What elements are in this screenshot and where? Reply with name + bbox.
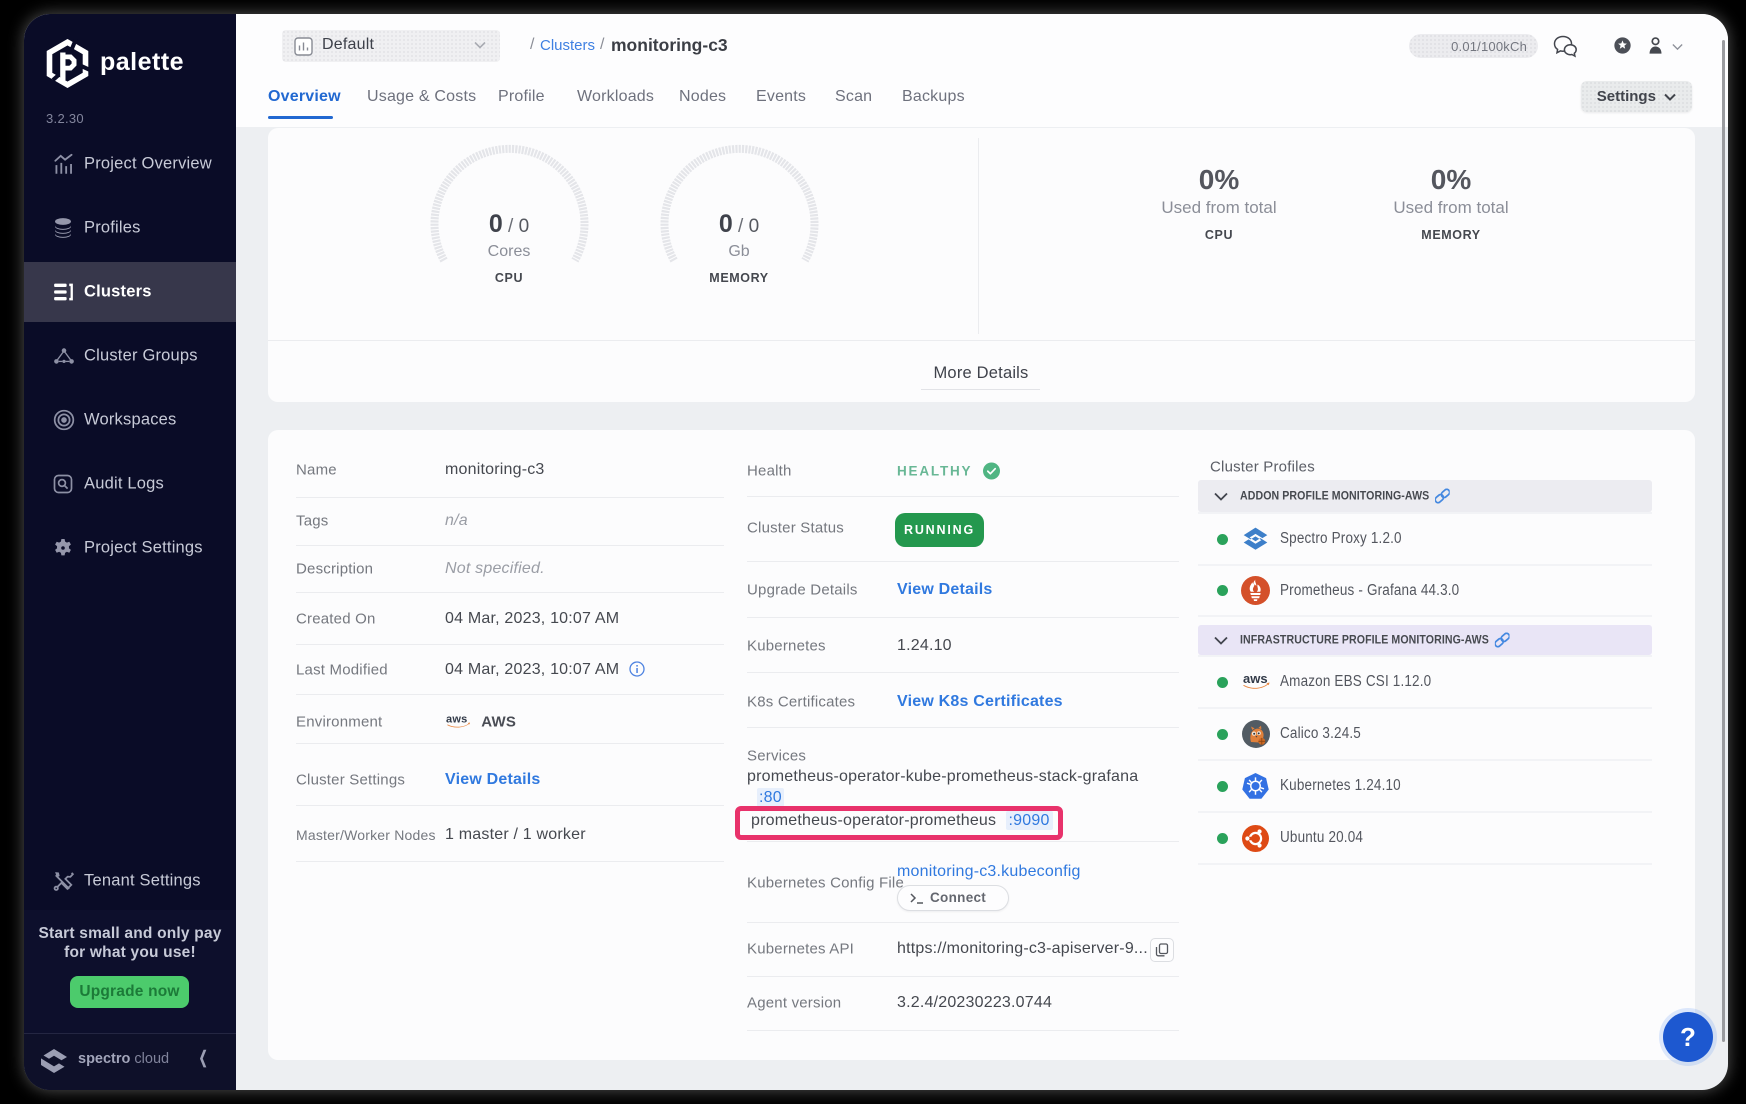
- svg-text:aws: aws: [446, 714, 467, 726]
- svg-text:aws: aws: [1243, 671, 1268, 686]
